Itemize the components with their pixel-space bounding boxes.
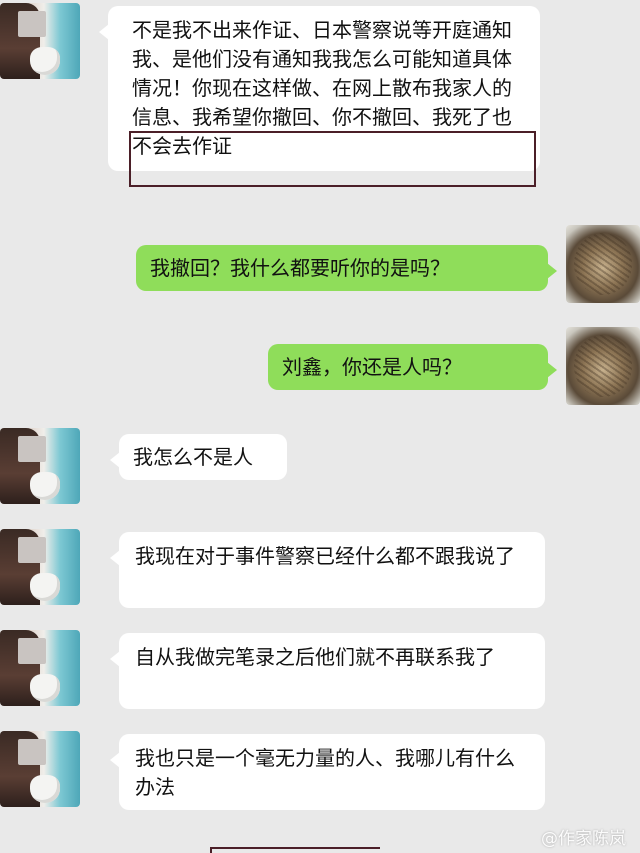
avatar-face-blur <box>18 739 46 765</box>
avatar-face-blur <box>18 638 46 664</box>
bottom-highlight-edge <box>210 847 380 853</box>
message-bubble-2[interactable]: 我撤回？我什么都要听你的是吗？ <box>136 245 557 291</box>
avatar-face-blur <box>18 537 46 563</box>
girl-avatar[interactable] <box>0 428 80 504</box>
message-bubble-4[interactable]: 我怎么不是人 <box>110 434 287 480</box>
message-bubble-6[interactable]: 自从我做完笔录之后他们就不再联系我了 <box>110 633 545 709</box>
girl-avatar[interactable] <box>0 529 80 605</box>
girl-avatar[interactable] <box>0 731 80 807</box>
avatar-face-blur <box>18 11 46 37</box>
watermark: @作家陈岚 <box>541 829 626 849</box>
avatar-cup <box>30 472 60 500</box>
hedgehog-avatar[interactable] <box>566 327 640 405</box>
hedgehog-avatar[interactable] <box>566 225 640 303</box>
message-bubble-1[interactable]: 不是我不出来作证、日本警察说等开庭通知我、是他们没有通知我我怎么可能知道具体情况… <box>99 6 540 171</box>
message-text-3: 刘鑫，你还是人吗？ <box>282 355 462 379</box>
avatar-cup <box>30 674 60 702</box>
message-text-5: 我现在对于事件警察已经什么都不跟我说了 <box>135 544 515 568</box>
message-text-1: 不是我不出来作证、日本警察说等开庭通知我、是他们没有通知我我怎么可能知道具体情况… <box>132 18 512 158</box>
avatar-face-blur <box>18 436 46 462</box>
avatar-cup <box>30 775 60 803</box>
message-bubble-7[interactable]: 我也只是一个毫无力量的人、我哪儿有什么办法 <box>110 734 545 810</box>
message-bubble-5[interactable]: 我现在对于事件警察已经什么都不跟我说了 <box>110 532 545 608</box>
message-text-6: 自从我做完笔录之后他们就不再联系我了 <box>135 645 495 669</box>
girl-avatar[interactable] <box>0 3 80 79</box>
message-text-2: 我撤回？我什么都要听你的是吗？ <box>150 256 450 280</box>
message-text-4: 我怎么不是人 <box>133 445 253 469</box>
message-bubble-3[interactable]: 刘鑫，你还是人吗？ <box>268 344 557 390</box>
avatar-cup <box>30 573 60 601</box>
girl-avatar[interactable] <box>0 630 80 706</box>
message-text-7: 我也只是一个毫无力量的人、我哪儿有什么办法 <box>135 746 515 799</box>
avatar-cup <box>30 47 60 75</box>
